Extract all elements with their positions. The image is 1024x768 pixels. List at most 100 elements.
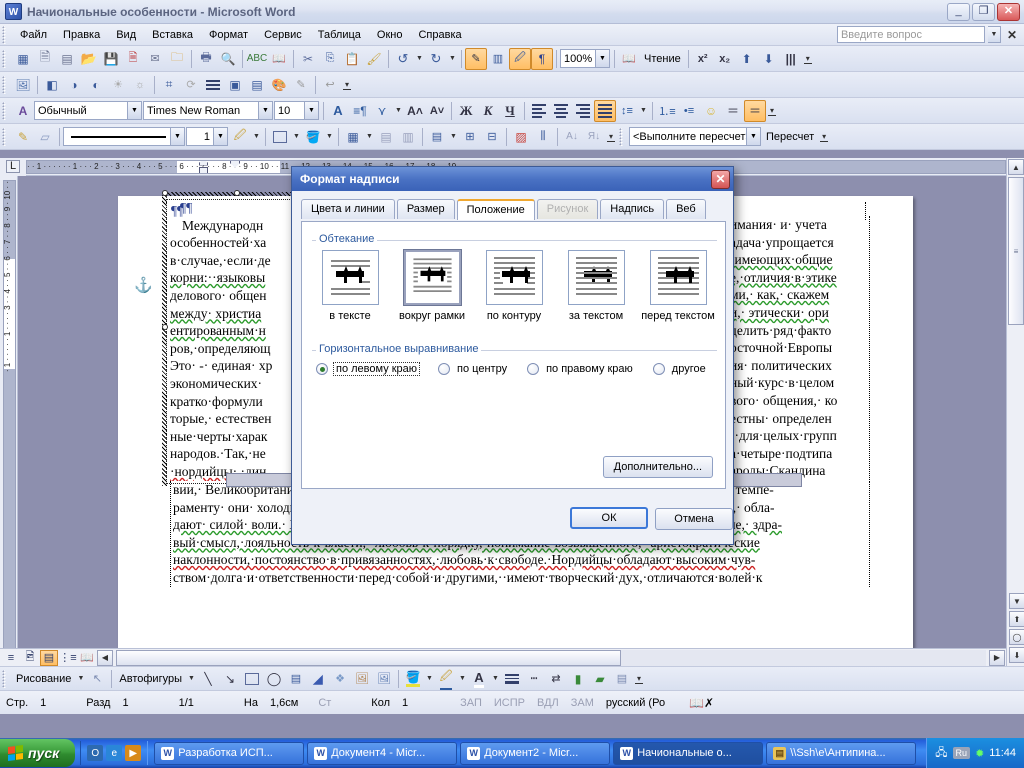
tab-layout[interactable]: Положение bbox=[456, 199, 535, 220]
table-autoformat-icon[interactable]: ▨ bbox=[510, 126, 532, 148]
superscript-icon[interactable]: x² bbox=[692, 48, 714, 70]
menu-item-edit[interactable]: Правка bbox=[55, 26, 108, 44]
insert-picture-icon[interactable]: 🖼 bbox=[12, 74, 34, 96]
chevron-down-icon[interactable]: ▼ bbox=[987, 26, 1001, 43]
italic-icon[interactable]: К bbox=[477, 100, 499, 122]
scroll-down-icon[interactable]: ▼ bbox=[1009, 593, 1024, 609]
shrink-font-icon[interactable]: A˅ bbox=[426, 100, 448, 122]
chevron-down-icon[interactable]: ▼ bbox=[213, 128, 227, 145]
align-center-icon[interactable] bbox=[550, 100, 572, 122]
toolbar-grip[interactable] bbox=[2, 49, 10, 68]
horizontal-scroll-track[interactable] bbox=[116, 649, 986, 666]
start-button[interactable]: пуск bbox=[0, 739, 76, 767]
restore-button[interactable]: ❐ bbox=[972, 2, 995, 21]
left-indent-marker[interactable] bbox=[199, 166, 208, 173]
status-language[interactable]: русский (Ро bbox=[600, 697, 671, 709]
line-style-icon[interactable] bbox=[202, 74, 224, 96]
antivirus-icon[interactable]: ✹ bbox=[975, 747, 984, 760]
tray-clock[interactable]: 11:44 bbox=[989, 747, 1016, 759]
shadow-style-icon[interactable]: ▮ bbox=[567, 668, 589, 690]
chevron-down-icon[interactable]: ▼ bbox=[291, 126, 302, 148]
arrow-style-icon[interactable]: ⇄ bbox=[545, 668, 567, 690]
wrap-option-inline[interactable]: в тексте bbox=[316, 250, 384, 322]
status-rec[interactable]: ЗАП bbox=[454, 697, 488, 709]
numbering-icon[interactable]: ⒈≡ bbox=[656, 100, 678, 122]
normal-view-icon[interactable]: ≡ bbox=[2, 650, 20, 666]
web-layout-view-icon[interactable]: 🖻 bbox=[21, 650, 39, 666]
ie-icon[interactable]: e bbox=[106, 745, 123, 761]
ask-question-input[interactable]: Введите вопрос bbox=[836, 26, 985, 43]
undo-icon[interactable]: ↺ bbox=[392, 48, 414, 70]
less-brightness-icon[interactable]: ☼ bbox=[129, 74, 151, 96]
arrow-icon[interactable]: ↘ bbox=[219, 668, 241, 690]
resize-handle-nw[interactable] bbox=[162, 190, 168, 196]
arrow-up-icon[interactable]: ⬆ bbox=[736, 48, 758, 70]
format-painter-icon[interactable]: 🖌 bbox=[363, 48, 385, 70]
tab-textbox[interactable]: Надпись bbox=[600, 199, 665, 219]
spellcheck-icon[interactable]: 📖✗ bbox=[683, 696, 720, 710]
chevron-down-icon[interactable]: ▼ bbox=[324, 126, 335, 148]
previous-page-icon[interactable]: ⬆ bbox=[1009, 611, 1024, 627]
grow-font-icon[interactable]: A˄ bbox=[404, 100, 426, 122]
menu-grip[interactable] bbox=[2, 25, 10, 44]
save-icon[interactable]: 💾 bbox=[100, 48, 122, 70]
align-justify-icon[interactable] bbox=[594, 99, 616, 122]
wrap-option-tight[interactable]: по контуру bbox=[480, 250, 548, 322]
spelling-icon[interactable]: ABC bbox=[246, 48, 268, 70]
style-combo[interactable]: Обычный ▼ bbox=[34, 101, 142, 120]
menu-item-file[interactable]: Файл bbox=[12, 26, 55, 44]
permission-icon[interactable]: 🗎 bbox=[122, 48, 144, 70]
wordart-icon[interactable]: ◢ bbox=[307, 668, 329, 690]
network-icon[interactable]: 🖧 bbox=[935, 744, 947, 763]
close-icon[interactable]: ✕ bbox=[1004, 28, 1020, 42]
taskbar-item[interactable]: W Разработка ИСП... bbox=[154, 741, 305, 765]
new-blog-icon[interactable]: ▤ bbox=[56, 48, 78, 70]
font-color-icon[interactable]: A bbox=[468, 668, 490, 690]
toolbar-options-icon[interactable]: ▾ bbox=[818, 126, 830, 148]
cut-icon[interactable]: ✂ bbox=[297, 48, 319, 70]
columns-icon[interactable]: ▥ bbox=[487, 48, 509, 70]
reading-layout-icon[interactable]: 📖 bbox=[618, 48, 640, 70]
advanced-button[interactable]: Дополнительно... bbox=[602, 456, 713, 478]
status-trk[interactable]: ИСПР bbox=[488, 697, 531, 709]
toolbar-options-icon[interactable]: ▾ bbox=[633, 668, 645, 690]
chevron-down-icon[interactable]: ▼ bbox=[448, 126, 459, 148]
toolbar-grip[interactable] bbox=[2, 669, 10, 688]
chevron-down-icon[interactable]: ▼ bbox=[424, 668, 435, 690]
font-color-a-icon[interactable]: A bbox=[327, 100, 349, 122]
chevron-down-icon[interactable]: ▼ bbox=[127, 102, 141, 119]
highlight-icon[interactable]: ⋎ bbox=[371, 100, 393, 122]
open-icon[interactable]: 📂 bbox=[78, 48, 100, 70]
more-brightness-icon[interactable]: ☀ bbox=[107, 74, 129, 96]
menu-item-table[interactable]: Таблица bbox=[310, 26, 369, 44]
vertical-ruler[interactable]: · 1 · · · · · 1 · · · · 3 · · 4 · · 5 · … bbox=[0, 176, 18, 666]
chevron-down-icon[interactable]: ▼ bbox=[638, 100, 649, 122]
new-document-icon[interactable]: 🗎 bbox=[34, 48, 56, 70]
distribute-cols-icon[interactable]: ⊟ bbox=[481, 126, 503, 148]
distribute-rows-icon[interactable]: ⊞ bbox=[459, 126, 481, 148]
chevron-down-icon[interactable]: ▼ bbox=[364, 126, 375, 148]
taskbar-item[interactable]: W Документ4 - Micr... bbox=[307, 741, 458, 765]
outline-view-icon[interactable]: ⋮≡ bbox=[59, 650, 77, 666]
vertical-scrollbar[interactable]: ▲ ≡ ▼ ⬆ ◯ ⬇ bbox=[1006, 158, 1024, 666]
horizontal-scrollbar[interactable]: ≡ 🖻 ▤ ⋮≡ 📖 ◀ ▶ bbox=[0, 648, 1006, 666]
vertical-scroll-thumb[interactable]: ≡ bbox=[1008, 177, 1024, 325]
toolbar-grip[interactable] bbox=[2, 75, 10, 94]
insert-object-icon[interactable]: ▤ bbox=[611, 668, 633, 690]
chevron-down-icon[interactable]: ▼ bbox=[170, 128, 184, 145]
sort-descending-icon[interactable]: Я↓ bbox=[583, 126, 605, 148]
insert-table-icon[interactable]: ▦ bbox=[342, 126, 364, 148]
resize-handle-n[interactable] bbox=[234, 190, 240, 196]
more-contrast-icon[interactable]: ◑ bbox=[63, 74, 85, 96]
line-spacing-icon[interactable]: ↕≡ bbox=[616, 100, 638, 122]
wrap-option-behind[interactable]: за текстом bbox=[562, 250, 630, 322]
print-layout-view-icon[interactable]: ▤ bbox=[40, 649, 58, 666]
format-picture-icon[interactable]: 🎨 bbox=[268, 74, 290, 96]
reading-label[interactable]: Чтение bbox=[640, 53, 685, 65]
redo-dropdown-icon[interactable]: ▼ bbox=[447, 48, 458, 70]
radio-align-right[interactable]: по правому краю bbox=[527, 363, 635, 375]
next-page-icon[interactable]: ⬇ bbox=[1009, 647, 1024, 663]
toolbar-grip[interactable] bbox=[2, 127, 10, 146]
line-style-icon[interactable] bbox=[501, 668, 523, 690]
radio-align-center[interactable]: по центру bbox=[438, 363, 509, 375]
